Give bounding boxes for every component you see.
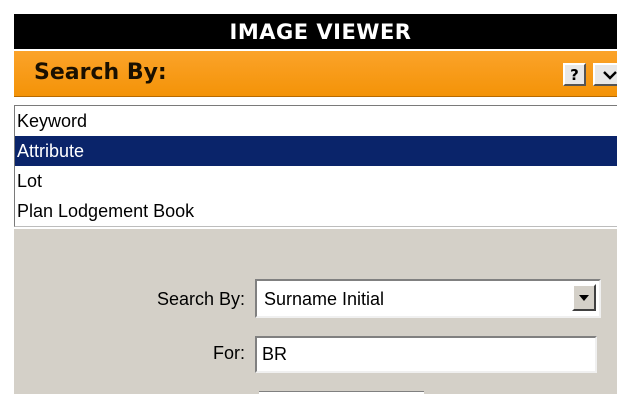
dropdown-arrow-icon[interactable] — [572, 284, 596, 311]
question-icon: ? — [570, 65, 579, 84]
mode-item-lot[interactable]: Lot — [15, 166, 617, 196]
chevron-down-icon — [603, 70, 617, 80]
search-by-header: Search By: ? — [14, 51, 617, 97]
search-mode-list[interactable]: Keyword Attribute Lot Plan Lodgement Boo… — [14, 105, 617, 227]
viewer-title: IMAGE VIEWER — [229, 19, 412, 44]
mode-item-plan-lodgement-book[interactable]: Plan Lodgement Book — [15, 196, 617, 226]
for-label: For: — [212, 343, 245, 363]
search-by-label: Search By: — [156, 289, 245, 309]
image-viewer-panel: IMAGE VIEWER Search By: ? Keyword Attrib… — [0, 0, 617, 394]
collapse-button[interactable] — [593, 63, 617, 86]
search-by-header-label: Search By: — [34, 60, 167, 85]
for-input[interactable] — [255, 336, 597, 373]
title-bar: IMAGE VIEWER — [14, 14, 617, 49]
mode-item-keyword[interactable]: Keyword — [15, 106, 617, 136]
search-by-select[interactable]: Surname Initial — [255, 279, 601, 318]
mode-item-attribute[interactable]: Attribute — [15, 136, 617, 166]
help-button[interactable]: ? — [563, 63, 586, 86]
attribute-search-form: Search By: Surname Initial For: — [14, 229, 617, 394]
search-by-selected-value: Surname Initial — [264, 289, 385, 309]
